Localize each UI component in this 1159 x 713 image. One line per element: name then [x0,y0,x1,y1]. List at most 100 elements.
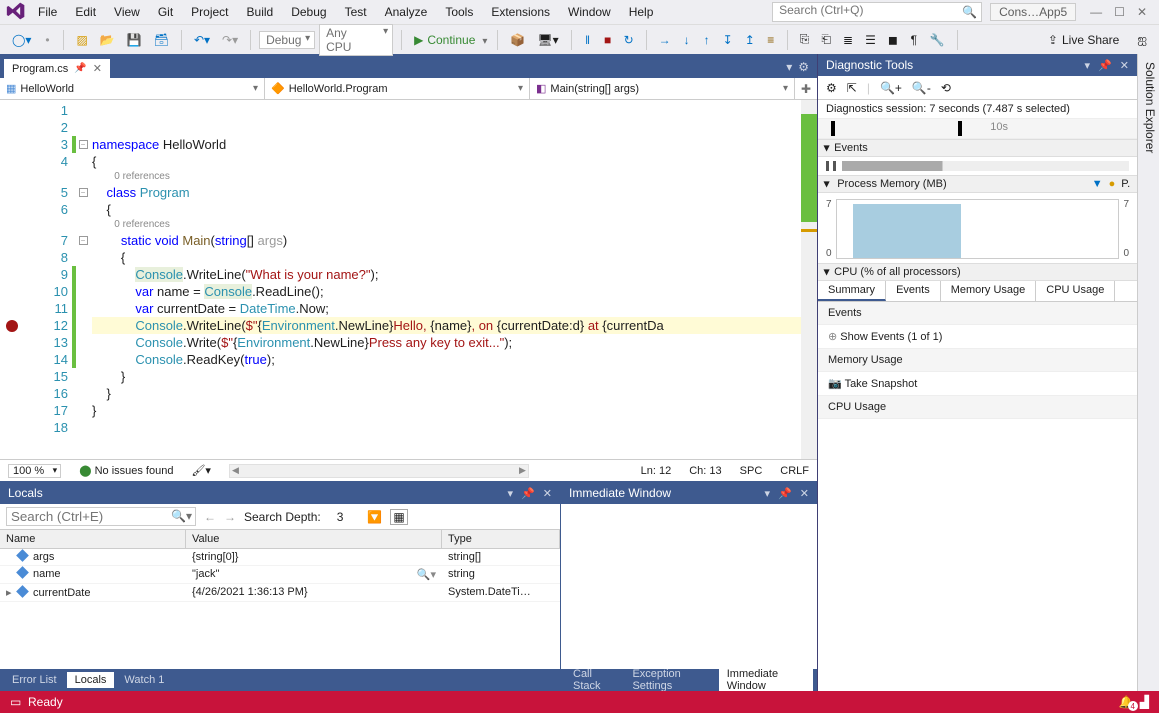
quick-launch[interactable]: 🔍 [772,2,982,22]
export-icon[interactable]: ⇱ [847,81,857,95]
save-all-icon[interactable]: 🗃 [150,31,173,49]
new-project-icon[interactable]: ▨ [72,31,91,49]
step-into-icon[interactable]: → [655,31,675,49]
menu-debug[interactable]: Debug [283,2,334,22]
imm-pin-icon[interactable]: 📌 [778,487,792,500]
diag-dropdown-icon[interactable]: ▾ [1085,59,1091,72]
nav-prev-icon[interactable]: ← [204,510,216,524]
tab-overflow-icon[interactable]: ▾ [786,60,792,74]
immediate-body[interactable] [561,504,817,669]
browser-icon[interactable]: 🖥▾ [533,31,562,49]
locals-row[interactable]: args{string[0]}string[] [0,549,560,566]
spanner-icon[interactable]: 🔧 [926,31,949,49]
step4-icon[interactable]: ↥ [741,31,759,49]
step-out-icon[interactable]: ↑ [699,31,715,49]
menu-analyze[interactable]: Analyze [377,2,436,22]
events-section[interactable]: Events [818,139,1137,157]
hot-reload-icon[interactable]: 📦 [506,31,529,49]
menu-file[interactable]: File [30,2,65,22]
memory-section[interactable]: Process Memory (MB)▼●P. [818,175,1137,193]
immediate-header[interactable]: Immediate Window▾📌✕ [561,482,817,504]
cpu-section[interactable]: CPU (% of all processors) [818,263,1137,281]
cols-icon[interactable]: ▦ [390,509,407,525]
restart-icon[interactable]: ↻ [620,31,638,49]
tab-immediate[interactable]: Immediate Window [719,666,813,694]
undo-icon[interactable]: ↶▾ [190,31,214,49]
redo-icon[interactable]: ↷▾ [218,31,242,49]
reset-zoom-icon[interactable]: ⟲ [941,81,951,95]
config-combo[interactable]: Debug [259,31,315,49]
take-snapshot-link[interactable]: 📷 Take Snapshot [818,372,1137,396]
menu-edit[interactable]: Edit [67,2,104,22]
vscroll[interactable] [801,100,817,459]
uncmt-icon[interactable]: ⎗ [817,30,835,49]
zoom-out-icon[interactable]: 🔍- [912,81,931,95]
diag-timeline[interactable]: 10s [818,119,1137,139]
diag-tab-events[interactable]: Events [886,281,941,301]
nav-method[interactable]: ◧Main(string[] args) [530,78,795,99]
show-events-link[interactable]: ⊕ Show Events (1 of 1) [818,325,1137,349]
tab-program-cs[interactable]: Program.cs 📌 ✕ [4,59,110,78]
menu-project[interactable]: Project [183,2,236,22]
imm-close-icon[interactable]: ✕ [800,487,809,500]
locals-search[interactable] [6,507,196,526]
brush-icon[interactable]: 🖌▾ [191,464,211,477]
diag-tab-cpu[interactable]: CPU Usage [1036,281,1115,301]
depth-combo[interactable]: 3 [329,510,360,524]
save-icon[interactable]: 💾 [123,31,146,49]
perf-icon[interactable]: ▟ [1140,695,1149,709]
imm-dropdown-icon[interactable]: ▾ [765,487,771,500]
nav-class[interactable]: 🔶HelloWorld.Program [265,78,530,99]
diag-header[interactable]: Diagnostic Tools▾📌✕ [818,54,1137,76]
maximize-icon[interactable]: ☐ [1114,5,1125,19]
menu-extensions[interactable]: Extensions [483,2,558,22]
zoom-combo[interactable]: 100 % [8,464,61,478]
menu-git[interactable]: Git [150,2,181,22]
locals-pin-icon[interactable]: 📌 [521,487,535,500]
nav-next-icon[interactable]: → [224,510,236,524]
nav-fwd-btn[interactable]: • [39,31,55,49]
continue-button[interactable]: ▶Continue [410,33,489,47]
step3-icon[interactable]: ↧ [719,31,737,49]
fmt-icon[interactable]: ≣ [839,31,857,49]
nav-project[interactable]: ▦HelloWorld [0,78,265,99]
feedback-icon[interactable]: ஐ [1133,30,1151,50]
diag-tab-memory[interactable]: Memory Usage [941,281,1037,301]
stack-icon[interactable]: ≡ [763,31,779,49]
gear-icon[interactable]: ⚙ [826,81,837,95]
locals-row[interactable]: ▸currentDate{4/26/2021 1:36:13 PM}System… [0,584,560,602]
menu-test[interactable]: Test [337,2,375,22]
close-icon[interactable]: ✕ [1137,5,1147,19]
live-share-button[interactable]: ⇪ Live Share [1048,33,1119,47]
pin-icon[interactable]: 📌 [74,63,86,74]
menu-window[interactable]: Window [560,2,619,22]
hscroll[interactable] [229,464,529,478]
diag-pin-icon[interactable]: 📌 [1098,59,1112,72]
notifications-icon[interactable]: 🔔4 [1119,695,1134,709]
menu-tools[interactable]: Tools [437,2,481,22]
locals-dropdown-icon[interactable]: ▾ [508,487,514,500]
diag-tab-summary[interactable]: Summary [818,281,886,301]
bkmk-icon[interactable]: ◼ [884,31,902,49]
fmt2-icon[interactable]: ☰ [861,31,880,49]
minimize-icon[interactable]: — [1090,5,1102,19]
step-over-icon[interactable]: ↓ [679,31,695,49]
zoom-in-icon[interactable]: 🔍+ [880,81,902,95]
solution-explorer-tab[interactable]: Solution Explorer [1137,54,1159,691]
menu-help[interactable]: Help [621,2,662,22]
tag-icon[interactable]: ¶ [906,31,922,49]
tab-close-icon[interactable]: ✕ [93,62,102,75]
code-editor[interactable]: 123456789101112131415161718 −−− namespac… [0,100,817,459]
stop-icon[interactable]: ■ [600,31,616,49]
pause-icon[interactable]: ‖ [580,31,596,49]
split-icon[interactable]: ✚ [795,78,817,99]
tab-exception[interactable]: Exception Settings [624,666,716,694]
search-input[interactable] [779,3,961,17]
menu-build[interactable]: Build [239,2,282,22]
open-icon[interactable]: 📂 [96,31,119,49]
tab-locals[interactable]: Locals [67,672,115,688]
tab-gear-icon[interactable]: ⚙ [798,60,809,74]
tab-error-list[interactable]: Error List [4,672,65,688]
nav-back-btn[interactable]: ◯▾ [8,31,35,49]
tab-call-stack[interactable]: Call Stack [565,666,622,694]
